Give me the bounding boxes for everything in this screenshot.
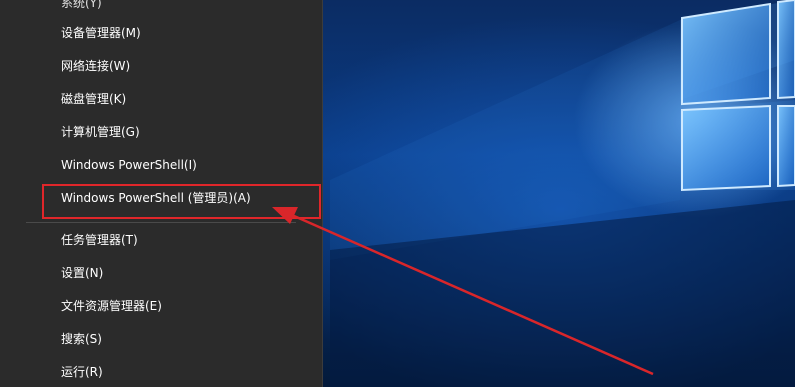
menu-item-disk-management[interactable]: 磁盘管理(K): [0, 84, 322, 114]
menu-item-network-connections[interactable]: 网络连接(W): [0, 51, 322, 81]
menu-item-task-manager[interactable]: 任务管理器(T): [0, 225, 322, 255]
menu-item-system[interactable]: 系统(Y): [0, 0, 322, 18]
menu-item-computer-management[interactable]: 计算机管理(G): [0, 117, 322, 147]
menu-item-file-explorer[interactable]: 文件资源管理器(E): [0, 291, 322, 321]
menu-separator: [26, 222, 296, 223]
menu-item-powershell[interactable]: Windows PowerShell(I): [0, 150, 322, 180]
menu-item-device-manager[interactable]: 设备管理器(M): [0, 18, 322, 48]
menu-item-run[interactable]: 运行(R): [0, 357, 322, 387]
menu-item-search[interactable]: 搜索(S): [0, 324, 322, 354]
menu-item-settings[interactable]: 设置(N): [0, 258, 322, 288]
highlight-box: [42, 184, 321, 219]
